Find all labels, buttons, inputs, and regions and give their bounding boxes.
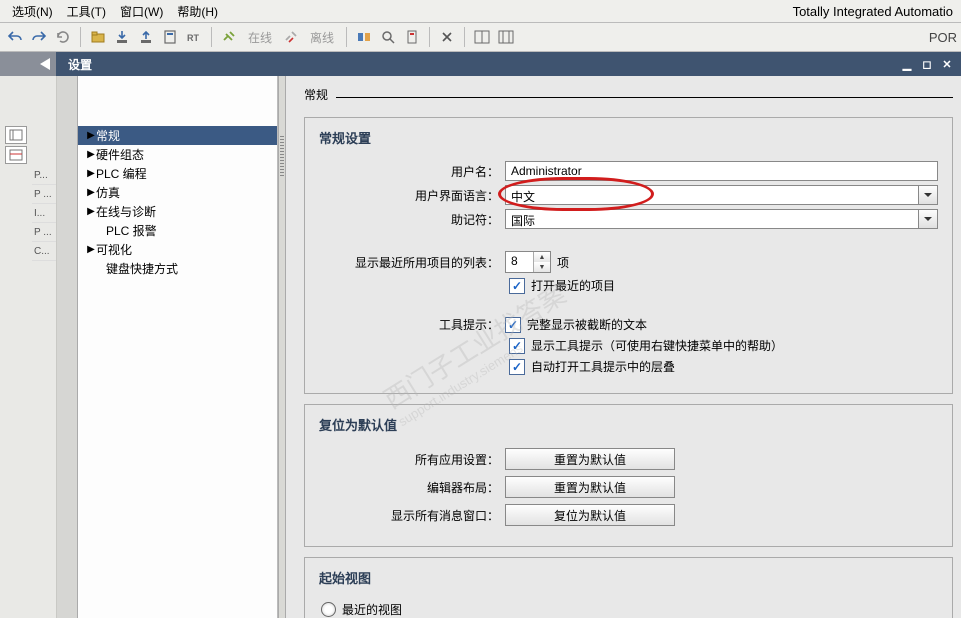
online-label: 在线 — [242, 29, 278, 46]
reset-app-button[interactable]: 重置为默认值 — [505, 448, 675, 470]
download-icon[interactable] — [111, 26, 133, 48]
hmi-icon[interactable] — [353, 26, 375, 48]
nav-sim[interactable]: ▶仿真 — [78, 183, 277, 202]
rt-icon[interactable]: RT — [183, 26, 205, 48]
project-tree-strip: P... P ... I... P ... C... — [0, 76, 57, 618]
language-select[interactable]: 中文 — [505, 185, 938, 205]
tooltip2-checkbox[interactable] — [509, 338, 525, 354]
nav-general[interactable]: ▶常规 — [78, 126, 277, 145]
refresh-icon[interactable] — [52, 26, 74, 48]
minimize-icon[interactable]: ▁ — [899, 57, 915, 71]
chevron-down-icon[interactable] — [918, 186, 937, 204]
tooltip2-row: 显示工具提示（可使用右键快捷菜单中的帮助） — [509, 337, 938, 354]
device2-icon[interactable] — [401, 26, 423, 48]
offline-label: 离线 — [304, 29, 340, 46]
reset-messages-button[interactable]: 复位为默认值 — [505, 504, 675, 526]
tree-icon[interactable] — [5, 126, 27, 144]
disconnect-icon[interactable] — [280, 26, 302, 48]
toolbar-separator — [211, 27, 212, 47]
splitter[interactable] — [278, 76, 286, 618]
recent-count-spinner[interactable]: 8 ▲▼ — [505, 251, 551, 273]
connect-icon[interactable] — [218, 26, 240, 48]
folder-icon[interactable] — [87, 26, 109, 48]
left-tab[interactable]: P ... — [32, 223, 56, 242]
close-icon[interactable]: ✕ — [939, 57, 955, 71]
vertical-spacer — [57, 76, 78, 618]
left-tab[interactable]: P ... — [32, 185, 56, 204]
open-recent-checkbox-row: 打开最近的项目 — [509, 277, 938, 294]
nav-plcalarm[interactable]: PLC 报警 — [78, 221, 277, 240]
open-recent-checkbox[interactable] — [509, 278, 525, 294]
nav-plcprog[interactable]: ▶PLC 编程 — [78, 164, 277, 183]
tooltip3-row: 自动打开工具提示中的层叠 — [509, 358, 938, 375]
chevron-down-icon[interactable] — [918, 210, 937, 228]
table-icon[interactable] — [5, 146, 27, 164]
recent-view-radio[interactable] — [321, 602, 336, 617]
cross-icon[interactable] — [436, 26, 458, 48]
panel-title: 常规设置 — [319, 128, 938, 147]
nav-keyboard[interactable]: 键盘快捷方式 — [78, 259, 277, 278]
splitview2-icon[interactable] — [495, 26, 517, 48]
spin-down-icon[interactable]: ▼ — [534, 262, 550, 272]
section-title: 常规 — [304, 86, 953, 103]
search-icon[interactable] — [377, 26, 399, 48]
nav-hw[interactable]: ▶硬件组态 — [78, 145, 277, 164]
menu-tools[interactable]: 工具(T) — [61, 3, 112, 20]
redo-icon[interactable] — [28, 26, 50, 48]
mnemonic-field: 助记符： 国际 — [319, 209, 938, 229]
tooltip3-checkbox[interactable] — [509, 359, 525, 375]
brand-sub: POR — [929, 30, 957, 45]
panel-title: 起始视图 — [319, 568, 938, 587]
sidebar-collapse-icon[interactable] — [0, 52, 56, 76]
general-settings-panel: 常规设置 用户名： 用户界面语言： 中文 助记符： 国际 — [304, 117, 953, 394]
menu-help[interactable]: 帮助(H) — [171, 3, 224, 20]
svg-text:RT: RT — [187, 33, 199, 43]
panel-title: 复位为默认值 — [319, 415, 938, 434]
titlebar: 设置 ▁ ◻ ✕ — [0, 52, 961, 76]
nav-vis[interactable]: ▶可视化 — [78, 240, 277, 259]
reset-panel: 复位为默认值 所有应用设置：重置为默认值 编辑器布局：重置为默认值 显示所有消息… — [304, 404, 953, 547]
toolbar-separator — [80, 27, 81, 47]
undo-icon[interactable] — [4, 26, 26, 48]
brand-label: Totally Integrated Automatio — [787, 4, 955, 19]
left-tab[interactable]: C... — [32, 242, 56, 261]
settings-nav: ▶常规 ▶硬件组态 ▶PLC 编程 ▶仿真 ▶在线与诊断 PLC 报警 ▶可视化… — [78, 76, 278, 618]
device-icon[interactable] — [159, 26, 181, 48]
window-title: 设置 — [56, 56, 104, 73]
recent-view-radio-row: 最近的视图 — [321, 601, 938, 618]
toolbar-separator — [429, 27, 430, 47]
main-area: P... P ... I... P ... C... ▶常规 ▶硬件组态 ▶PL… — [0, 76, 961, 618]
startview-panel: 起始视图 最近的视图 — [304, 557, 953, 618]
recent-list-field: 显示最近所用项目的列表： 8 ▲▼ 项 — [319, 251, 938, 273]
username-field: 用户名： — [319, 161, 938, 181]
menu-options[interactable]: 选项(N) — [6, 3, 59, 20]
splitview1-icon[interactable] — [471, 26, 493, 48]
toolbar-separator — [464, 27, 465, 47]
toolbar-separator — [346, 27, 347, 47]
left-tab[interactable]: P... — [32, 166, 56, 185]
nav-onlinediag[interactable]: ▶在线与诊断 — [78, 202, 277, 221]
tooltip-field: 工具提示： 完整显示被截断的文本 — [319, 316, 938, 333]
left-tab[interactable]: I... — [32, 204, 56, 223]
language-field: 用户界面语言： 中文 — [319, 185, 938, 205]
maximize-icon[interactable]: ◻ — [919, 57, 935, 71]
username-input[interactable] — [505, 161, 938, 181]
mnemonic-select[interactable]: 国际 — [505, 209, 938, 229]
recent-suffix: 项 — [551, 254, 569, 271]
reset-editor-button[interactable]: 重置为默认值 — [505, 476, 675, 498]
settings-content: 西门子工业找答案support.industry.siemens 常规 常规设置… — [286, 76, 961, 618]
tooltip1-checkbox[interactable] — [505, 317, 521, 333]
menu-window[interactable]: 窗口(W) — [114, 3, 169, 20]
menubar: 选项(N) 工具(T) 窗口(W) 帮助(H) Totally Integrat… — [0, 0, 961, 23]
spin-up-icon[interactable]: ▲ — [534, 252, 550, 262]
toolbar: RT 在线 离线 POR — [0, 23, 961, 52]
upload-icon[interactable] — [135, 26, 157, 48]
